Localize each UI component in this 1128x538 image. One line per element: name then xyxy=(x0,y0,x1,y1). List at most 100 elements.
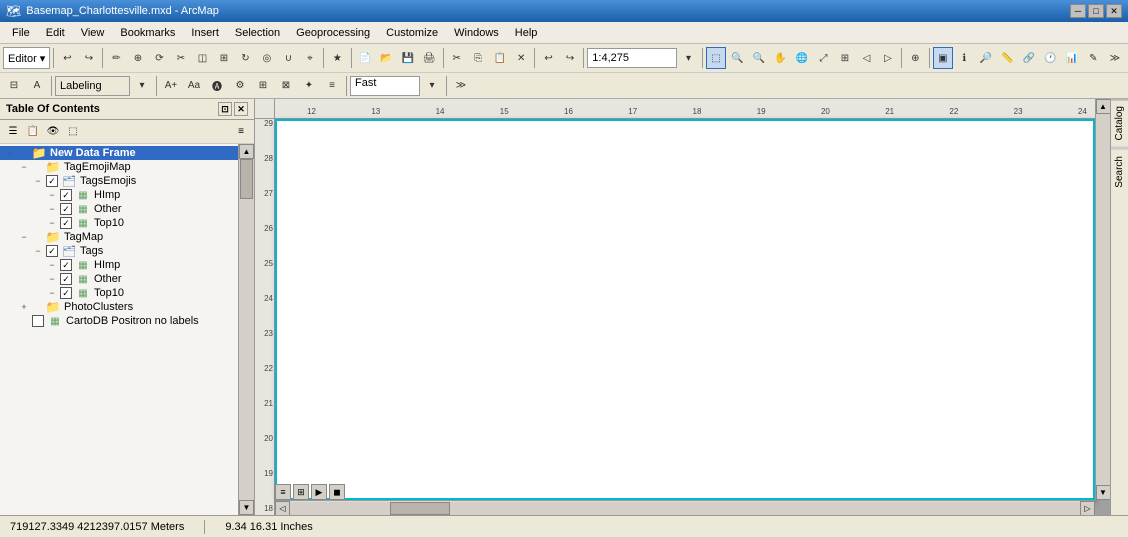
expand-icon-other-1[interactable]: − xyxy=(46,203,58,215)
redo-button[interactable]: ↪ xyxy=(79,47,100,69)
toc-list-view[interactable]: ☰ xyxy=(4,123,22,141)
maximize-button[interactable]: □ xyxy=(1088,4,1104,18)
checkbox-other-2[interactable] xyxy=(60,273,72,285)
window-controls[interactable]: ─ □ ✕ xyxy=(1070,4,1122,18)
copy-btn[interactable]: ⎘ xyxy=(468,47,489,69)
fast-dropdown[interactable]: Fast xyxy=(350,76,420,96)
close-button[interactable]: ✕ xyxy=(1106,4,1122,18)
checkbox-hlmp-1[interactable] xyxy=(60,189,72,201)
cut-btn[interactable]: ✂ xyxy=(446,47,467,69)
expand-icon-new-data-frame[interactable]: − xyxy=(4,147,16,159)
checkbox-other-1[interactable] xyxy=(60,203,72,215)
rotate-tool[interactable]: ↻ xyxy=(235,47,256,69)
zoom-extent[interactable]: ⤢ xyxy=(813,47,834,69)
checkbox-top10-2[interactable] xyxy=(60,287,72,299)
layer-item-top10-2[interactable]: −▦Top10 xyxy=(0,286,238,300)
new-btn[interactable]: 📄 xyxy=(355,47,376,69)
more-btn[interactable]: ≫ xyxy=(1105,47,1126,69)
undo2-btn[interactable]: ↩ xyxy=(538,47,559,69)
layer-item-hlmp-2[interactable]: −▦HImp xyxy=(0,258,238,272)
label-tool4[interactable]: ⚙ xyxy=(229,75,251,97)
map-nav-btn[interactable]: ⊞ xyxy=(293,484,309,500)
expand-icon-other-2[interactable]: − xyxy=(46,273,58,285)
save-btn[interactable]: 💾 xyxy=(398,47,419,69)
menu-help[interactable]: Help xyxy=(507,25,546,41)
checkbox-tags-emojis[interactable] xyxy=(46,175,58,187)
zoom-layer[interactable]: ⊞ xyxy=(835,47,856,69)
layer-item-tag-emoji-map[interactable]: −📁TagEmojiMap xyxy=(0,160,238,174)
layer-item-tag-map[interactable]: −📁TagMap xyxy=(0,230,238,244)
find-btn[interactable]: 🔎 xyxy=(976,47,997,69)
expand-icon-cartodb[interactable] xyxy=(18,315,30,327)
map-stop-btn[interactable]: ◼ xyxy=(329,484,345,500)
toc-source-view[interactable]: 📋 xyxy=(24,123,42,141)
buffer-tool[interactable]: ◎ xyxy=(257,47,278,69)
expand-icon-tags[interactable]: − xyxy=(32,245,44,257)
expand-icon-hlmp-1[interactable]: − xyxy=(46,189,58,201)
menu-bookmarks[interactable]: Bookmarks xyxy=(112,25,183,41)
delete-btn[interactable]: ✕ xyxy=(511,47,532,69)
hscroll-right[interactable]: ▷ xyxy=(1080,501,1095,516)
split-tool[interactable]: ✂ xyxy=(171,47,192,69)
minimize-button[interactable]: ─ xyxy=(1070,4,1086,18)
map-area[interactable]: 12131415161718192021222324 2928272625242… xyxy=(255,99,1110,515)
zoom-out-tool[interactable]: 🔍 xyxy=(749,47,770,69)
search-tab[interactable]: Search xyxy=(1111,150,1128,194)
expand-icon-tag-map[interactable]: − xyxy=(18,231,30,243)
labeling-dropdown[interactable]: Labeling xyxy=(55,76,130,96)
select-features[interactable]: ▣ xyxy=(933,47,954,69)
cut-polygons[interactable]: ◫ xyxy=(192,47,213,69)
menu-edit[interactable]: Edit xyxy=(38,25,73,41)
pan-tool[interactable]: ✋ xyxy=(770,47,791,69)
layer-item-cartodb[interactable]: ▦CartoDB Positron no labels xyxy=(0,314,238,328)
zoom-in-tool[interactable]: 🔍 xyxy=(727,47,748,69)
layer-item-tags-emojis[interactable]: −🗂TagsEmojis xyxy=(0,174,238,188)
merge-tool[interactable]: ⊞ xyxy=(214,47,235,69)
label-btn1[interactable]: ⊟ xyxy=(3,75,25,97)
expand-icon-hlmp-2[interactable]: − xyxy=(46,259,58,271)
chart-btn[interactable]: 📊 xyxy=(1062,47,1083,69)
select-tool[interactable]: ⬚ xyxy=(706,47,727,69)
layer-item-other-2[interactable]: −▦Other xyxy=(0,272,238,286)
globe-tool[interactable]: 🌐 xyxy=(792,47,813,69)
menu-view[interactable]: View xyxy=(73,25,113,41)
zoom-back[interactable]: ◁ xyxy=(856,47,877,69)
hyperlink-btn[interactable]: 🔗 xyxy=(1019,47,1040,69)
redo2-btn[interactable]: ↪ xyxy=(560,47,581,69)
snapping-btn[interactable]: ⌖ xyxy=(300,47,321,69)
layer-item-new-data-frame[interactable]: −📁New Data Frame xyxy=(0,146,238,160)
expand-icon-top10-1[interactable]: − xyxy=(46,217,58,229)
checkbox-hlmp-2[interactable] xyxy=(60,259,72,271)
label-tool6[interactable]: ⊠ xyxy=(275,75,297,97)
toc-unpin[interactable]: ⊡ xyxy=(218,102,232,116)
map-layers-btn[interactable]: ≡ xyxy=(275,484,291,500)
scale-input[interactable] xyxy=(587,48,677,68)
draw-btn[interactable]: ✎ xyxy=(1083,47,1104,69)
menu-geoprocessing[interactable]: Geoprocessing xyxy=(288,25,378,41)
create-feature[interactable]: ★ xyxy=(327,47,348,69)
toc-controls[interactable]: ⊡ ✕ xyxy=(218,102,248,116)
paste-btn[interactable]: 📋 xyxy=(489,47,510,69)
label-tool5[interactable]: ⊞ xyxy=(252,75,274,97)
print-btn[interactable]: 🖨 xyxy=(419,47,440,69)
expand-icon-photo-clusters[interactable]: + xyxy=(18,301,30,313)
label-btn2[interactable]: A xyxy=(26,75,48,97)
vscroll-up[interactable]: ▲ xyxy=(1096,99,1111,114)
hscroll-thumb[interactable] xyxy=(390,502,450,515)
layer-item-tags[interactable]: −🗂Tags xyxy=(0,244,238,258)
map-vscroll[interactable]: ▲ ▼ xyxy=(1095,99,1110,500)
layer-item-hlmp-1[interactable]: −▦HImp xyxy=(0,188,238,202)
fast-dd-arrow[interactable]: ▾ xyxy=(421,75,443,97)
toc-visibility-view[interactable]: 👁 xyxy=(44,123,62,141)
label-tool1[interactable]: A+ xyxy=(160,75,182,97)
identify-btn[interactable]: ℹ xyxy=(954,47,975,69)
label-tool8[interactable]: ≡ xyxy=(321,75,343,97)
toc-options[interactable]: ≡ xyxy=(232,123,250,141)
map-paper[interactable] xyxy=(275,119,1095,500)
toc-scroll-thumb[interactable] xyxy=(240,159,253,199)
toc-scroll-up[interactable]: ▲ xyxy=(239,144,254,159)
time-btn[interactable]: 🕐 xyxy=(1040,47,1061,69)
toc-selection-view[interactable]: ⬚ xyxy=(64,123,82,141)
label-dd-arrow[interactable]: ▾ xyxy=(131,75,153,97)
checkbox-cartodb[interactable] xyxy=(32,315,44,327)
